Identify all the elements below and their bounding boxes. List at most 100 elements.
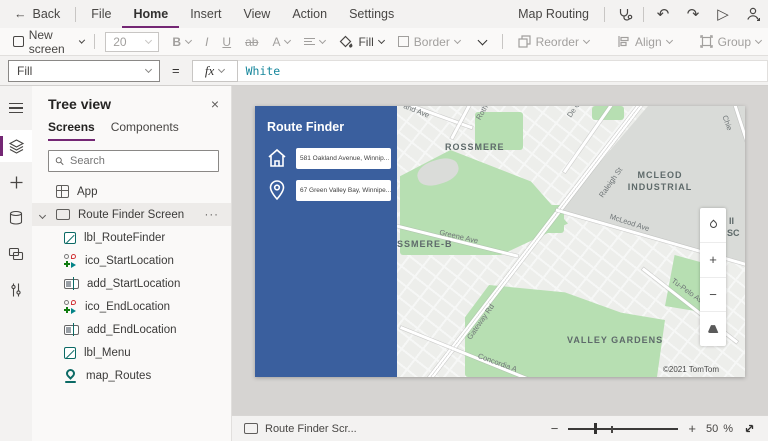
- media-rail-icon[interactable]: [0, 238, 32, 270]
- zoom-out-button[interactable]: −: [551, 421, 559, 436]
- fit-to-window-icon[interactable]: [743, 422, 756, 435]
- zoom-slider[interactable]: [568, 422, 679, 436]
- end-location-value: 67 Green Valley Bay, Winnipe...: [300, 186, 391, 194]
- zoom-in-button[interactable]: +: [688, 421, 696, 436]
- tree-item-app[interactable]: App: [32, 180, 231, 203]
- map-zoom-in-button[interactable]: +: [700, 241, 726, 277]
- fill-button[interactable]: Fill: [332, 28, 390, 55]
- close-icon[interactable]: ×: [211, 96, 219, 112]
- app-checker-icon[interactable]: [609, 0, 639, 28]
- fill-label: Fill: [358, 34, 374, 49]
- reorder-icon: [517, 35, 531, 48]
- tree-item-lbl-menu[interactable]: lbl_Menu: [32, 341, 231, 364]
- tree-view-panel: Tree view × Screens Components App Route…: [32, 86, 232, 441]
- tree-item-label: ico_EndLocation: [85, 300, 171, 313]
- bold-button[interactable]: B: [165, 28, 198, 55]
- strikethrough-label: ab: [245, 34, 259, 49]
- tree-item-add-startlocation[interactable]: add_StartLocation: [32, 272, 231, 295]
- app-icon: [56, 185, 69, 198]
- new-screen-button[interactable]: New screen: [6, 28, 90, 56]
- search-box[interactable]: [48, 150, 219, 172]
- map-copyright: ©2021 TomTom: [663, 365, 719, 374]
- hamburger-menu-icon[interactable]: [0, 92, 32, 124]
- align-button[interactable]: Align: [610, 28, 679, 55]
- data-rail-icon[interactable]: [0, 202, 32, 234]
- account-icon[interactable]: [738, 0, 768, 28]
- text-align-button[interactable]: [297, 28, 332, 55]
- font-size-dropdown[interactable]: 20: [105, 31, 160, 52]
- plus-icon: +: [709, 252, 717, 268]
- tree-view-rail-icon[interactable]: [0, 130, 32, 162]
- border-button[interactable]: Border: [391, 28, 467, 55]
- fx-label: fx: [204, 62, 215, 78]
- reorder-button[interactable]: Reorder: [511, 28, 596, 55]
- search-input[interactable]: [70, 155, 212, 167]
- font-size-value: 20: [113, 34, 127, 49]
- border-icon: [397, 36, 409, 47]
- border-label: Border: [413, 34, 450, 49]
- formula-text: White: [245, 63, 281, 78]
- insert-rail-icon[interactable]: [0, 166, 32, 198]
- fx-dropdown[interactable]: fx: [191, 59, 238, 82]
- map-pitch-button[interactable]: [700, 311, 726, 346]
- current-screen-name: Route Finder Scr...: [265, 422, 357, 435]
- back-button[interactable]: ← Back: [0, 0, 71, 28]
- minus-icon: −: [709, 286, 717, 302]
- italic-button[interactable]: I: [198, 28, 215, 55]
- tree-item-ico-startlocation[interactable]: ico_StartLocation: [32, 249, 231, 272]
- divider: [501, 34, 503, 49]
- app-name: Map Routing: [518, 7, 589, 21]
- end-location-input[interactable]: 67 Green Valley Bay, Winnipe...: [296, 179, 391, 201]
- tree-item-label: lbl_Menu: [84, 346, 131, 359]
- menu-item-action[interactable]: Action: [281, 0, 338, 28]
- group-button[interactable]: Group: [693, 28, 768, 55]
- slider-handle[interactable]: [594, 423, 598, 434]
- map-locate-button[interactable]: [700, 208, 726, 242]
- map-control-icon: [64, 366, 78, 383]
- app-screen[interactable]: Route Finder 581 Oakland Avenue, Winnip.…: [255, 106, 745, 377]
- back-arrow-icon: ←: [14, 7, 27, 21]
- tree-item-add-endlocation[interactable]: add_EndLocation: [32, 318, 231, 341]
- tree-item-ico-endlocation[interactable]: ico_EndLocation: [32, 295, 231, 318]
- slider-track: [568, 428, 679, 430]
- tab-components[interactable]: Components: [111, 120, 179, 141]
- map-area-label: INDUSTRIAL: [627, 182, 693, 192]
- icon-control-icon: [64, 254, 77, 268]
- left-rail: [0, 86, 32, 441]
- formula-input[interactable]: White: [237, 59, 768, 82]
- more-options-icon[interactable]: ···: [205, 209, 220, 221]
- chevron-down-icon: [453, 36, 461, 44]
- preview-play-icon[interactable]: ▷: [708, 0, 738, 28]
- tree-item-map-routes[interactable]: map_Routes: [32, 364, 231, 387]
- more-formatting-button[interactable]: [467, 28, 498, 55]
- font-color-button[interactable]: A: [265, 28, 297, 55]
- underline-button[interactable]: U: [215, 28, 238, 55]
- menu-item-file[interactable]: File: [80, 0, 122, 28]
- paint-bucket-icon: [340, 35, 353, 48]
- menu-item-view[interactable]: View: [232, 0, 281, 28]
- chevron-down-icon[interactable]: [38, 211, 47, 219]
- tree-item-route-finder-screen[interactable]: Route Finder Screen ···: [32, 203, 231, 226]
- menu-item-home[interactable]: Home: [122, 0, 179, 28]
- route-finder-panel[interactable]: Route Finder 581 Oakland Avenue, Winnip.…: [255, 106, 397, 377]
- menu-item-settings[interactable]: Settings: [338, 0, 405, 28]
- italic-label: I: [205, 34, 209, 49]
- divider: [75, 6, 77, 22]
- screen-selector[interactable]: Route Finder Scr...: [244, 423, 357, 435]
- slider-tick: [611, 425, 614, 433]
- map-zoom-out-button[interactable]: −: [700, 276, 726, 312]
- undo-icon[interactable]: ↶: [648, 0, 678, 28]
- group-icon: [699, 35, 713, 48]
- map-control[interactable]: ROSSMERE MCLEOD INDUSTRIAL SSMERE-B VALL…: [397, 106, 745, 377]
- align-label: Align: [634, 34, 662, 49]
- tab-screens[interactable]: Screens: [48, 120, 95, 141]
- strikethrough-button[interactable]: ab: [238, 28, 265, 55]
- tree-item-label: add_EndLocation: [87, 323, 177, 336]
- property-dropdown[interactable]: Fill: [8, 59, 160, 82]
- tree-item-lbl-routefinder[interactable]: lbl_RouteFinder: [32, 226, 231, 249]
- menu-item-insert[interactable]: Insert: [179, 0, 232, 28]
- advanced-tools-rail-icon[interactable]: [0, 274, 32, 306]
- redo-icon[interactable]: ↷: [678, 0, 708, 28]
- tree-item-label: add_StartLocation: [87, 277, 181, 290]
- start-location-input[interactable]: 581 Oakland Avenue, Winnip...: [296, 147, 391, 169]
